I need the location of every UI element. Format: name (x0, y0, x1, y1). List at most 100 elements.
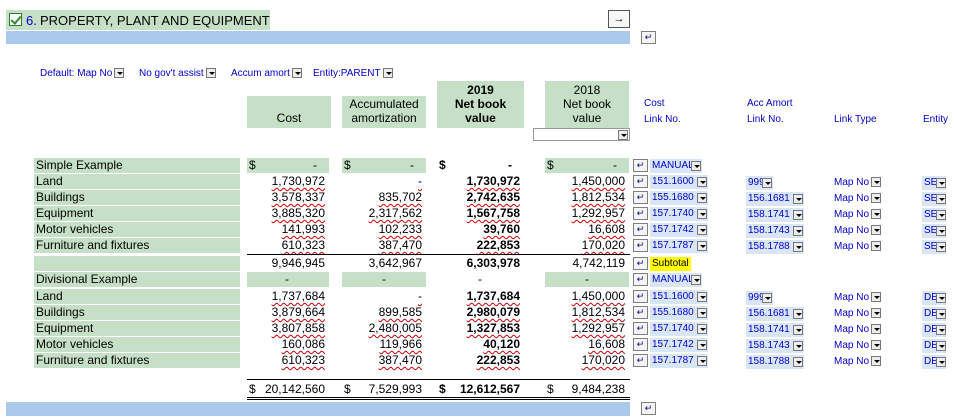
chevron-down-icon[interactable] (697, 356, 707, 366)
acc-amort-link-select[interactable]: 999 (746, 291, 773, 305)
cost-link-select[interactable]: 157.1742 (650, 223, 708, 237)
chevron-down-icon[interactable] (793, 341, 803, 351)
simple-manual-select[interactable]: MANUAL (650, 159, 702, 173)
chevron-down-icon[interactable] (793, 210, 803, 220)
chevron-down-icon[interactable] (382, 68, 393, 79)
filter-govt-assist[interactable]: No gov't assist (139, 68, 216, 79)
chevron-down-icon[interactable] (871, 241, 882, 252)
chevron-down-icon[interactable] (291, 68, 302, 79)
cost-link-select[interactable]: 157.1740 (650, 207, 708, 221)
chevron-down-icon[interactable] (697, 209, 707, 219)
chevron-down-icon[interactable] (697, 340, 707, 350)
chevron-down-icon[interactable] (936, 293, 946, 303)
chevron-down-icon[interactable] (871, 324, 882, 335)
chevron-down-icon[interactable] (793, 242, 803, 252)
chevron-down-icon[interactable] (114, 68, 125, 79)
acc-amort-link-select[interactable]: 158.1741 (746, 208, 804, 222)
chevron-down-icon[interactable] (697, 241, 707, 251)
acc-amort-link-select[interactable]: 158.1788 (746, 240, 804, 254)
chevron-down-icon[interactable] (871, 356, 882, 367)
link-type-select[interactable]: Map No (834, 209, 882, 220)
link-icon[interactable]: ↵ (633, 306, 648, 319)
chevron-down-icon[interactable] (936, 178, 946, 188)
link-icon[interactable]: ↵ (633, 207, 648, 220)
nbv-2018-dropdown[interactable] (533, 128, 630, 141)
chevron-down-icon[interactable] (793, 194, 803, 204)
chevron-down-icon[interactable] (205, 68, 216, 79)
acc-amort-link-select[interactable]: 158.1743 (746, 224, 804, 238)
chevron-down-icon[interactable] (697, 324, 707, 334)
jump-arrow-icon[interactable]: → (608, 10, 630, 28)
entity-select[interactable]: SE (922, 224, 946, 238)
entity-select[interactable]: DE (922, 355, 946, 369)
entity-select[interactable]: SE (922, 192, 946, 206)
chevron-down-icon[interactable] (697, 225, 707, 235)
link-type-select[interactable]: Map No (834, 225, 882, 236)
cost-link-select[interactable]: 155.1680 (650, 191, 708, 205)
chevron-down-icon[interactable] (697, 177, 707, 187)
chevron-down-icon[interactable] (936, 194, 946, 204)
acc-amort-link-select[interactable]: 158.1788 (746, 355, 804, 369)
checkbox-checked-icon[interactable] (9, 13, 22, 26)
acc-amort-link-select[interactable]: 156.1681 (746, 307, 804, 321)
link-type-select[interactable]: Map No (834, 292, 882, 303)
chevron-down-icon[interactable] (697, 193, 707, 203)
chevron-down-icon[interactable] (793, 309, 803, 319)
chevron-down-icon[interactable] (936, 325, 946, 335)
link-icon[interactable]: ↵ (633, 257, 648, 270)
link-type-select[interactable]: Map No (834, 241, 882, 252)
chevron-down-icon[interactable] (793, 226, 803, 236)
cost-link-select[interactable]: 157.1740 (650, 322, 708, 336)
link-icon[interactable]: ↵ (633, 175, 648, 188)
cost-link-select[interactable]: 151.1600 (650, 175, 708, 189)
chevron-down-icon[interactable] (697, 308, 707, 318)
link-type-select[interactable]: Map No (834, 177, 882, 188)
entity-select[interactable]: DE (922, 323, 946, 337)
chevron-down-icon[interactable] (936, 357, 946, 367)
chevron-down-icon[interactable] (691, 275, 701, 285)
acc-amort-link-select[interactable]: 999 (746, 176, 773, 190)
acc-amort-link-select[interactable]: 158.1741 (746, 323, 804, 337)
link-icon[interactable]: ↵ (641, 402, 656, 415)
cost-link-select[interactable]: 151.1600 (650, 290, 708, 304)
link-icon[interactable]: ↵ (633, 338, 648, 351)
acc-amort-link-select[interactable]: 158.1743 (746, 339, 804, 353)
chevron-down-icon[interactable] (936, 210, 946, 220)
chevron-down-icon[interactable] (762, 293, 772, 303)
chevron-down-icon[interactable] (936, 309, 946, 319)
chevron-down-icon[interactable] (618, 130, 628, 140)
filter-accum-amort[interactable]: Accum amort (231, 68, 302, 79)
chevron-down-icon[interactable] (936, 242, 946, 252)
chevron-down-icon[interactable] (871, 225, 882, 236)
link-icon[interactable]: ↵ (633, 239, 648, 252)
chevron-down-icon[interactable] (871, 209, 882, 220)
chevron-down-icon[interactable] (936, 226, 946, 236)
link-type-select[interactable]: Map No (834, 340, 882, 351)
chevron-down-icon[interactable] (871, 292, 882, 303)
filter-entity[interactable]: Entity:PARENT (313, 68, 393, 79)
entity-select[interactable]: SE (922, 176, 946, 190)
entity-select[interactable]: DE (922, 339, 946, 353)
chevron-down-icon[interactable] (793, 357, 803, 367)
entity-select[interactable]: DE (922, 307, 946, 321)
cost-link-select[interactable]: 157.1787 (650, 239, 708, 253)
filter-map[interactable]: Default: Map No (40, 68, 125, 79)
link-icon[interactable]: ↵ (633, 159, 648, 172)
acc-amort-link-select[interactable]: 156.1681 (746, 192, 804, 206)
chevron-down-icon[interactable] (762, 178, 772, 188)
chevron-down-icon[interactable] (691, 161, 701, 171)
chevron-down-icon[interactable] (871, 340, 882, 351)
cost-link-select[interactable]: 157.1787 (650, 354, 708, 368)
link-icon[interactable]: ↵ (633, 273, 648, 286)
link-type-select[interactable]: Map No (834, 324, 882, 335)
chevron-down-icon[interactable] (871, 177, 882, 188)
chevron-down-icon[interactable] (793, 325, 803, 335)
link-icon[interactable]: ↵ (633, 322, 648, 335)
link-type-select[interactable]: Map No (834, 193, 882, 204)
link-icon[interactable]: ↵ (633, 354, 648, 367)
link-type-select[interactable]: Map No (834, 308, 882, 319)
chevron-down-icon[interactable] (697, 292, 707, 302)
link-icon[interactable]: ↵ (641, 31, 656, 44)
cost-link-select[interactable]: 155.1680 (650, 306, 708, 320)
cost-link-select[interactable]: 157.1742 (650, 338, 708, 352)
